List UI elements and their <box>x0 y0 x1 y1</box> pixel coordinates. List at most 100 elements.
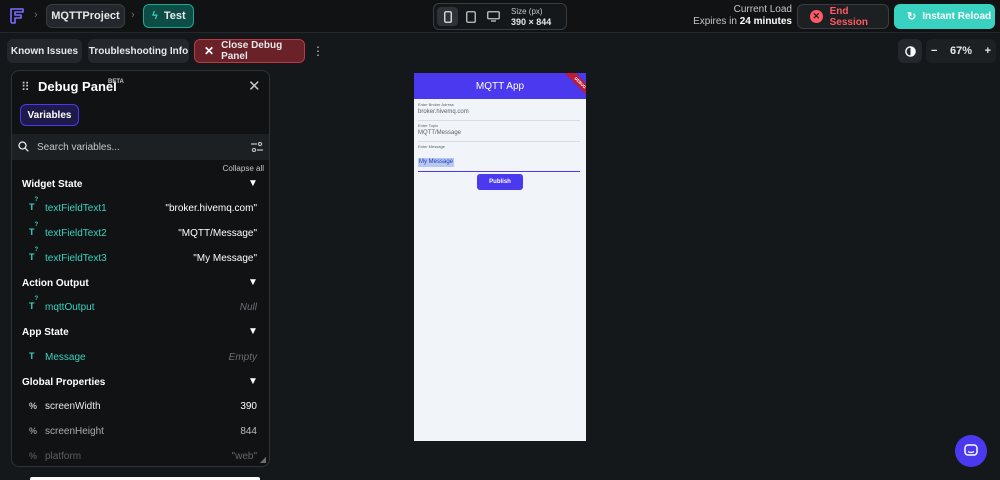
variable-name: platform <box>45 451 82 462</box>
test-mode-label: Test <box>163 10 186 22</box>
variable-value: Empty <box>228 352 257 363</box>
known-issues-button[interactable]: Known Issues <box>7 39 82 63</box>
broker-address-field[interactable]: Enter Broker Adress broker.hivemq.com <box>418 102 580 121</box>
field-value: broker.hivemq.com <box>418 109 469 115</box>
drag-handle-icon[interactable]: ⠿ <box>21 80 30 94</box>
flutterflow-logo-icon[interactable] <box>8 7 26 25</box>
collapse-all-link[interactable]: Collapse all <box>223 164 264 173</box>
phone-icon <box>443 10 452 23</box>
app-preview: MQTT App DEBUG Enter Broker Adress broke… <box>414 73 586 441</box>
text-type-icon: T? <box>29 222 39 237</box>
variable-value: Null <box>239 302 257 313</box>
variable-name: textFieldText3 <box>45 253 107 264</box>
field-underline <box>418 141 580 142</box>
variable-name: screenWidth <box>45 401 101 412</box>
refresh-icon: ↻ <box>907 11 917 23</box>
more-options-icon[interactable]: ⋮ <box>312 44 324 58</box>
current-load-status: Current Load Expires in 24 minutes <box>693 4 792 28</box>
variable-row[interactable]: T? textFieldText3 "My Message" <box>12 247 269 268</box>
zoom-out-button[interactable]: − <box>931 45 937 57</box>
app-title: MQTT App <box>475 80 525 92</box>
text-type-icon: T <box>29 351 35 361</box>
variable-row[interactable]: % platform "web" <box>12 448 269 466</box>
section-app-state[interactable]: App State <box>22 327 69 338</box>
variable-row[interactable]: T? textFieldText2 "MQTT/Message" <box>12 222 269 243</box>
close-debug-label: Close Debug Panel <box>221 40 283 62</box>
section-widget-state[interactable]: Widget State <box>22 179 82 190</box>
phone-device-button[interactable] <box>437 7 458 26</box>
chevron-down-icon[interactable]: ▼ <box>248 277 258 288</box>
theme-toggle-button[interactable] <box>898 39 922 63</box>
debug-panel-title: Debug Panel <box>38 79 117 94</box>
variable-name: Message <box>45 352 86 363</box>
variable-row[interactable]: % screenWidth 390 <box>12 398 269 416</box>
search-variables-input[interactable] <box>37 139 237 155</box>
chat-icon <box>964 444 978 456</box>
current-load-label: Current Load <box>733 4 792 15</box>
zoom-control: − 67% + <box>926 39 996 63</box>
filter-icon[interactable] <box>251 142 263 152</box>
topic-field[interactable]: Enter Topic MQTT/Message <box>418 123 580 142</box>
zoom-in-button[interactable]: + <box>985 45 991 57</box>
troubleshooting-info-button[interactable]: Troubleshooting Info <box>88 39 189 63</box>
expires-value: 24 minutes <box>739 16 792 27</box>
percent-type-icon: % <box>29 401 38 411</box>
tablet-device-button[interactable] <box>460 7 481 26</box>
known-issues-label: Known Issues <box>10 45 79 57</box>
size-label: Size (px) <box>511 7 543 16</box>
field-underline <box>418 120 580 121</box>
desktop-icon <box>487 11 500 22</box>
field-underline <box>418 171 580 172</box>
variables-tab-label: Variables <box>27 109 72 121</box>
desktop-device-button[interactable] <box>483 7 504 26</box>
message-field[interactable]: Enter Message My Message <box>418 144 580 172</box>
variable-row[interactable]: T? textFieldText1 "broker.hivemq.com" <box>12 197 269 218</box>
variable-value: "My Message" <box>193 253 257 264</box>
expires-text: Expires in 24 minutes <box>693 16 792 28</box>
close-debug-panel-button[interactable]: ✕ Close Debug Panel <box>194 39 305 63</box>
chevron-right-icon: › <box>131 9 135 21</box>
field-value: My Message <box>418 158 455 167</box>
device-selector: Size (px) 390 × 844 <box>433 3 567 30</box>
field-value: MQTT/Message <box>418 130 462 136</box>
troubleshooting-label: Troubleshooting Info <box>88 45 189 57</box>
variable-search-bar <box>12 134 269 160</box>
section-global-properties[interactable]: Global Properties <box>22 377 105 388</box>
zoom-level: 67% <box>949 45 973 57</box>
size-value: 390 × 844 <box>511 17 552 27</box>
variable-row[interactable]: % screenHeight 844 <box>12 423 269 441</box>
end-session-button[interactable]: ✕ End Session <box>797 4 889 29</box>
field-label: Enter Message <box>418 144 445 149</box>
test-mode-button[interactable]: ϟ Test <box>143 4 194 28</box>
support-chat-button[interactable] <box>955 435 987 467</box>
project-name-label: MQTTProject <box>51 10 120 22</box>
chevron-down-icon[interactable]: ▼ <box>248 178 258 189</box>
variable-value: "web" <box>231 451 257 462</box>
project-name-button[interactable]: MQTTProject <box>46 4 125 28</box>
debug-panel: ⠿ Debug Panel BETA ✕ Variables Collapse … <box>11 70 270 467</box>
publish-button[interactable]: Publish <box>477 174 523 190</box>
chevron-down-icon[interactable]: ▼ <box>248 376 258 387</box>
section-action-output[interactable]: Action Output <box>22 278 89 289</box>
variable-row[interactable]: T? mqttOutput Null <box>12 296 269 317</box>
instant-reload-label: Instant Reload <box>922 11 992 22</box>
beta-badge: BETA <box>108 79 124 85</box>
variables-tab[interactable]: Variables <box>20 104 79 126</box>
variable-name: textFieldText2 <box>45 228 107 239</box>
variable-name: screenHeight <box>45 426 104 437</box>
instant-reload-button[interactable]: ↻ Instant Reload <box>894 4 995 29</box>
variable-value: 844 <box>240 426 257 437</box>
variable-row[interactable]: T Message Empty <box>12 349 269 367</box>
top-bar: › MQTTProject › ϟ Test Size (px) 390 × 8… <box>0 0 1000 33</box>
text-type-icon: T? <box>29 247 39 262</box>
search-icon <box>18 141 29 152</box>
end-session-label: End Session <box>829 5 868 28</box>
app-bar: MQTT App <box>414 73 586 99</box>
tablet-icon <box>465 10 476 23</box>
chevron-right-icon: › <box>34 9 38 21</box>
text-type-icon: T? <box>29 296 39 311</box>
resize-handle-icon[interactable]: ◢ <box>260 455 266 464</box>
close-panel-icon[interactable]: ✕ <box>248 77 261 95</box>
chevron-down-icon[interactable]: ▼ <box>248 326 258 337</box>
close-icon: ✕ <box>204 44 215 58</box>
